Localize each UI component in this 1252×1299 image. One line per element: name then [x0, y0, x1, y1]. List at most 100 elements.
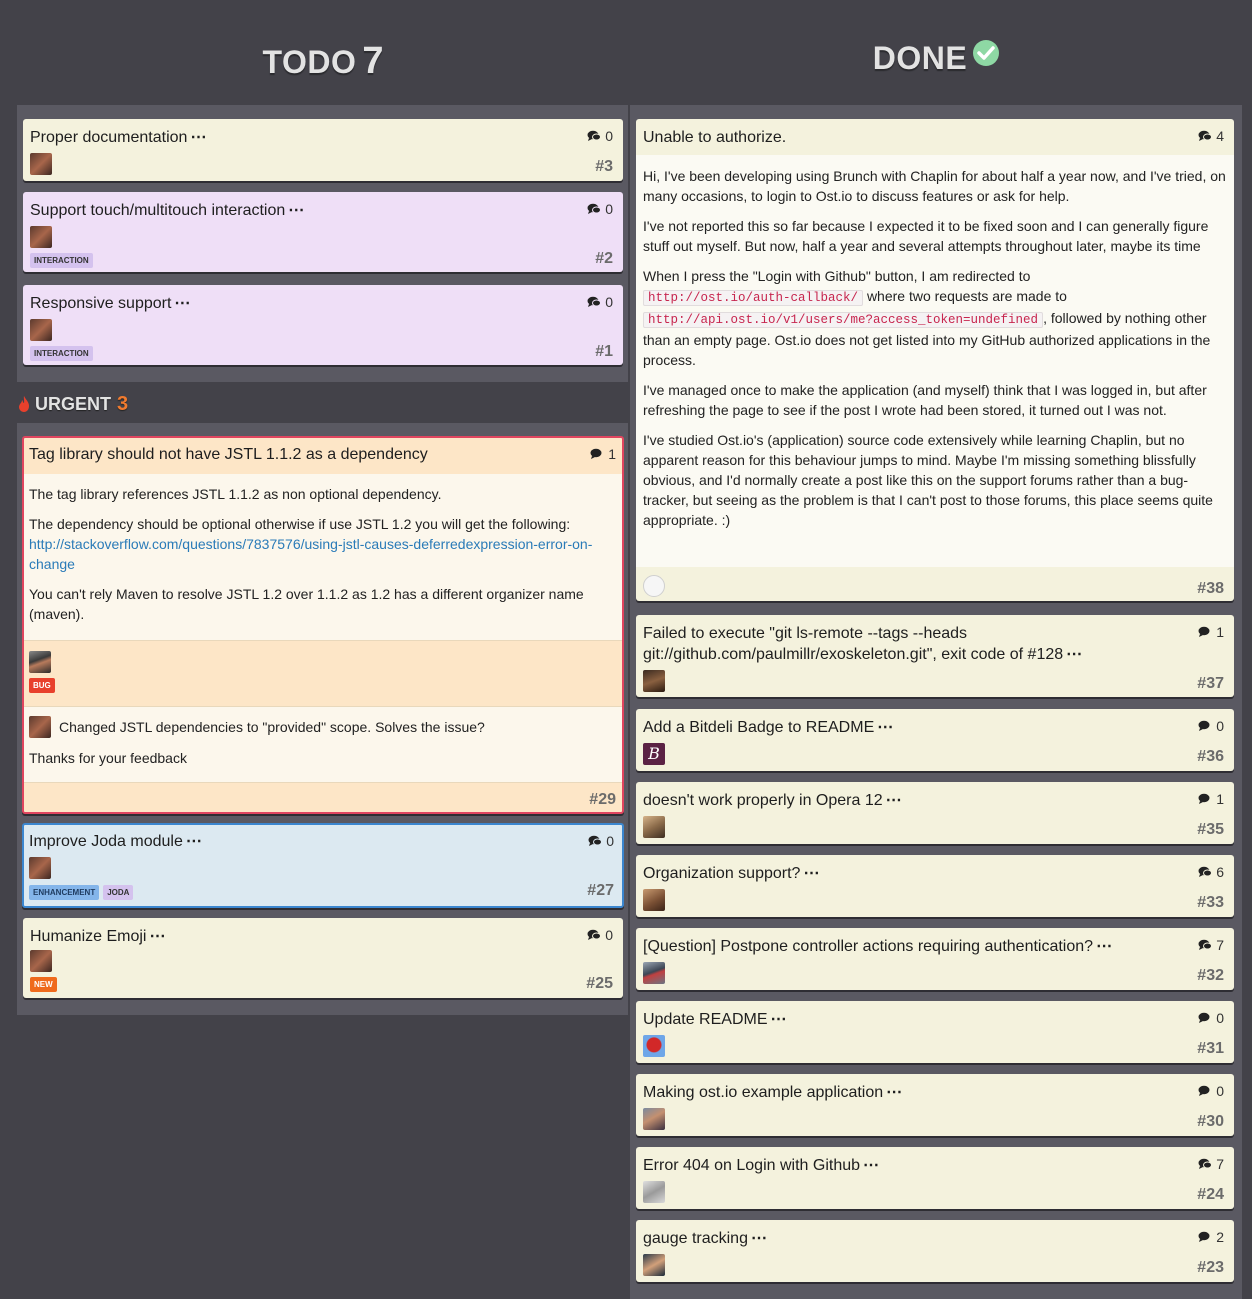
issue-number[interactable]: #25: [586, 975, 613, 993]
issue-number[interactable]: #29: [589, 791, 616, 809]
more-icon[interactable]: ⋯: [886, 1084, 902, 1101]
avatar[interactable]: [30, 950, 52, 972]
issue-card[interactable]: Error 404 on Login with Github ⋯ 7 #24: [636, 1147, 1234, 1209]
issue-card[interactable]: Failed to execute "git ls-remote --tags …: [636, 615, 1234, 697]
avatar[interactable]: [30, 226, 52, 248]
more-icon[interactable]: ⋯: [288, 202, 304, 219]
issue-number[interactable]: #27: [587, 882, 614, 900]
more-icon[interactable]: ⋯: [771, 1011, 787, 1028]
issue-title[interactable]: Tag library should not have JSTL 1.1.2 a…: [29, 444, 428, 465]
avatar[interactable]: [643, 816, 665, 838]
done-column-heading: DONE: [630, 40, 1242, 77]
issue-card[interactable]: Add a Bitdeli Badge to README ⋯ 0 B #36: [636, 709, 1234, 771]
issue-number[interactable]: #35: [1197, 821, 1224, 839]
avatar[interactable]: [643, 1254, 665, 1276]
issue-card[interactable]: Making ost.io example application ⋯ 0 #30: [636, 1074, 1234, 1136]
issue-reply: Changed JSTL dependencies to "provided" …: [24, 707, 622, 782]
avatar[interactable]: [29, 857, 51, 879]
avatar[interactable]: [643, 1181, 665, 1203]
more-icon[interactable]: ⋯: [1096, 938, 1112, 955]
avatar[interactable]: [643, 575, 665, 597]
comments-icon: [1198, 1231, 1210, 1242]
issue-card[interactable]: [Question] Postpone controller actions r…: [636, 928, 1234, 990]
issue-card[interactable]: Update README ⋯ 0 #31: [636, 1001, 1234, 1063]
issue-number[interactable]: #23: [1197, 1259, 1224, 1277]
avatar[interactable]: [643, 670, 665, 692]
issue-title[interactable]: doesn't work properly in Opera 12: [643, 792, 883, 809]
issue-number[interactable]: #24: [1197, 1186, 1224, 1204]
api-url[interactable]: http://api.ost.io/v1/users/me?access_tok…: [643, 312, 1044, 328]
issue-title[interactable]: Organization support?: [643, 865, 800, 882]
issue-title[interactable]: Support touch/multitouch interaction: [30, 202, 285, 219]
issue-number[interactable]: #3: [595, 158, 613, 176]
issue-title[interactable]: Making ost.io example application: [643, 1084, 883, 1101]
issue-number[interactable]: #33: [1197, 894, 1224, 912]
issue-title[interactable]: Proper documentation: [30, 129, 187, 146]
todo-column: Proper documentation ⋯ 0 #3 Support touch…: [17, 105, 628, 382]
label-interaction[interactable]: INTERACTION: [30, 346, 93, 361]
issue-card[interactable]: Organization support? ⋯ 6 #33: [636, 855, 1234, 917]
issue-number[interactable]: #36: [1197, 748, 1224, 766]
issue-title[interactable]: Improve Joda module: [29, 833, 183, 850]
more-icon[interactable]: ⋯: [877, 719, 893, 736]
issue-card[interactable]: Support touch/multitouch interaction ⋯ 0 …: [23, 192, 623, 272]
label-interaction[interactable]: INTERACTION: [30, 253, 93, 268]
issue-title[interactable]: Humanize Emoji: [30, 928, 146, 945]
issue-number[interactable]: #31: [1197, 1040, 1224, 1058]
more-icon[interactable]: ⋯: [803, 865, 819, 882]
more-icon[interactable]: ⋯: [1066, 646, 1082, 663]
comment-count: 7: [1198, 1156, 1224, 1172]
issue-card[interactable]: Improve Joda module ⋯ 0 ENHANCEMENT JODA …: [22, 823, 624, 908]
issue-number[interactable]: #32: [1197, 967, 1224, 985]
issue-card[interactable]: gauge tracking ⋯ 2 #23: [636, 1220, 1234, 1282]
issue-card-expanded[interactable]: Tag library should not have JSTL 1.1.2 a…: [22, 436, 624, 814]
avatar[interactable]: [29, 716, 51, 738]
issue-card[interactable]: Responsive support ⋯ 0 INTERACTION #1: [23, 285, 623, 365]
issue-number[interactable]: #37: [1197, 675, 1224, 693]
todo-heading-label: TODO: [262, 44, 357, 80]
label-bug[interactable]: BUG: [29, 678, 55, 693]
issue-title[interactable]: Responsive support: [30, 295, 171, 312]
comment-count: 4: [1198, 128, 1224, 144]
issue-title[interactable]: [Question] Postpone controller actions r…: [643, 938, 1093, 955]
comment-count: 1: [1198, 624, 1224, 640]
more-icon[interactable]: ⋯: [186, 833, 202, 850]
auth-callback-url[interactable]: http://ost.io/auth-callback/: [643, 290, 864, 306]
issue-title[interactable]: Error 404 on Login with Github: [643, 1157, 860, 1174]
more-icon[interactable]: ⋯: [149, 928, 165, 945]
issue-title[interactable]: Add a Bitdeli Badge to README: [643, 719, 874, 736]
issue-title[interactable]: Failed to execute "git ls-remote --tags …: [643, 625, 967, 642]
avatar[interactable]: [29, 651, 51, 673]
label-joda[interactable]: JODA: [103, 885, 134, 900]
avatar[interactable]: [30, 319, 52, 341]
more-icon[interactable]: ⋯: [863, 1157, 879, 1174]
stackoverflow-link[interactable]: http://stackoverflow.com/questions/78375…: [29, 536, 592, 572]
issue-number[interactable]: #38: [1197, 580, 1224, 598]
issue-number[interactable]: #30: [1197, 1113, 1224, 1131]
issue-body: The tag library references JSTL 1.1.2 as…: [24, 474, 622, 640]
avatar[interactable]: [30, 153, 52, 175]
bitdeli-avatar[interactable]: B: [643, 743, 665, 765]
issue-number[interactable]: #2: [595, 250, 613, 268]
issue-title[interactable]: gauge tracking: [643, 1230, 748, 1247]
issue-title[interactable]: Unable to authorize.: [643, 127, 786, 148]
fire-icon: [19, 396, 29, 412]
issue-card[interactable]: Proper documentation ⋯ 0 #3: [23, 119, 623, 181]
more-icon[interactable]: ⋯: [751, 1230, 767, 1247]
check-icon: [973, 40, 1000, 66]
comment-count: 1: [590, 446, 616, 462]
balloon-avatar[interactable]: [643, 1035, 665, 1057]
issue-number[interactable]: #1: [595, 343, 613, 361]
label-new[interactable]: NEW: [30, 977, 57, 992]
avatar[interactable]: [643, 962, 665, 984]
avatar[interactable]: [643, 1108, 665, 1130]
label-enhancement[interactable]: ENHANCEMENT: [29, 885, 100, 900]
avatar[interactable]: [643, 889, 665, 911]
more-icon[interactable]: ⋯: [174, 295, 190, 312]
issue-card[interactable]: doesn't work properly in Opera 12 ⋯ 1 #35: [636, 782, 1234, 844]
issue-card-expanded[interactable]: Unable to authorize. 4 Hi, I've been dev…: [636, 119, 1234, 601]
issue-title[interactable]: Update README: [643, 1011, 768, 1028]
more-icon[interactable]: ⋯: [190, 129, 206, 146]
more-icon[interactable]: ⋯: [886, 792, 902, 809]
issue-card[interactable]: Humanize Emoji ⋯ 0 NEW #25: [23, 918, 623, 998]
